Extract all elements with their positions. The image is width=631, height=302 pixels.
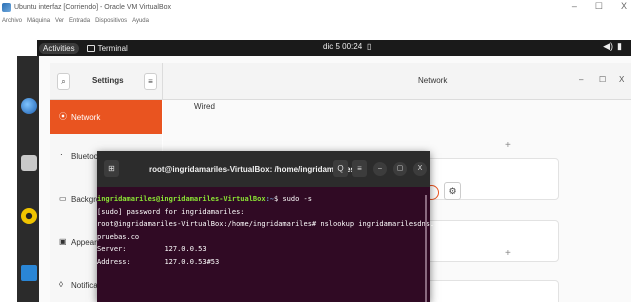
thunderbird-icon[interactable]: [21, 98, 37, 114]
volume-icon: ◀): [603, 41, 614, 51]
menu-icon: ≡: [357, 164, 362, 173]
minimize-button[interactable]: –: [579, 75, 583, 84]
wired-settings-button[interactable]: ⚙: [444, 182, 461, 200]
sidebar-item-label: Network: [71, 112, 101, 122]
menu-ver[interactable]: Ver: [55, 18, 64, 24]
maximize-icon: ▢: [396, 165, 404, 172]
minimize-icon: –: [378, 165, 382, 172]
gear-icon: ⚙: [448, 186, 457, 196]
libreoffice-writer-icon[interactable]: [21, 265, 37, 281]
app-menu[interactable]: Terminal: [86, 43, 128, 53]
terminal-icon: [86, 44, 95, 52]
bluetooth-icon: ᛫: [59, 151, 64, 160]
network-icon: ⦿: [59, 112, 67, 121]
new-tab-button[interactable]: ⊞: [104, 160, 119, 177]
appearance-icon: ▣: [59, 237, 67, 246]
terminal-title: root@ingridamariles-VirtualBox: /home/in…: [149, 165, 355, 174]
terminal-line: [sudo] password for ingridamariles:: [97, 207, 245, 216]
wired-section-label: Wired: [194, 102, 215, 111]
sidebar-item-network[interactable]: ⦿ Network: [50, 100, 162, 134]
close-icon: X: [417, 165, 423, 172]
menu-maquina[interactable]: Máquina: [27, 18, 50, 24]
terminal-minimize-button[interactable]: –: [373, 162, 387, 176]
notifications-icon: ◊: [59, 280, 63, 289]
activities-button[interactable]: Activities: [39, 42, 79, 54]
close-button[interactable]: X: [619, 75, 624, 84]
maximize-button[interactable]: ☐: [599, 75, 606, 84]
notification-icon[interactable]: ▯: [367, 42, 371, 51]
search-button[interactable]: ⌕: [57, 73, 70, 90]
terminal-window[interactable]: ⊞ root@ingridamariles-VirtualBox: /home/…: [97, 151, 434, 302]
terminal-line: root@ingridamariles-VirtualBox:/home/ing…: [97, 220, 435, 229]
vbox-menu-bar: Archivo Máquina Ver Entrada Dispositivos…: [0, 15, 631, 26]
menu-entrada[interactable]: Entrada: [69, 18, 90, 24]
rhythmbox-icon[interactable]: [21, 208, 37, 224]
terminal-header-bar: ⊞ root@ingridamariles-VirtualBox: /home/…: [97, 151, 430, 187]
prompt-command: $ sudo -s: [274, 195, 312, 203]
vbox-window-title: Ubuntu interfaz [Corriendo] - Oracle VM …: [14, 4, 172, 11]
vbox-title-bar: Ubuntu interfaz [Corriendo] - Oracle VM …: [0, 0, 631, 15]
new-tab-icon: ⊞: [108, 164, 115, 173]
prompt-user: ingridamariles@ingridamariles-VirtualBox: [97, 195, 266, 203]
terminal-menu-button[interactable]: ≡: [352, 160, 367, 177]
menu-ayuda[interactable]: Ayuda: [132, 18, 149, 24]
add-wired-button[interactable]: +: [505, 140, 511, 151]
terminal-output[interactable]: ingridamariles@ingridamariles-VirtualBox…: [97, 193, 434, 269]
terminal-line: pruebas.co: [97, 232, 140, 241]
terminal-search-button[interactable]: Q: [333, 160, 348, 177]
page-title: Network: [418, 76, 448, 85]
gnome-top-bar: Activities Terminal dic 5 00:24 ▯ ◀) ▮: [37, 40, 631, 56]
menu-icon: ≡: [148, 77, 153, 86]
search-icon: ⌕: [61, 77, 66, 86]
vbox-window-controls: – ☐ X: [572, 1, 627, 12]
terminal-line: Address: 127.0.0.53#53: [97, 257, 220, 266]
battery-icon: ▮: [617, 41, 622, 51]
menu-archivo[interactable]: Archivo: [2, 18, 22, 24]
search-icon: Q: [337, 164, 344, 173]
background-icon: ▭: [59, 194, 67, 203]
terminal-scrollbar[interactable]: [425, 195, 427, 302]
prompt-path: :~: [265, 195, 275, 203]
settings-sidebar-header: ⌕ Settings ≡: [50, 63, 162, 100]
virtualbox-icon: [2, 3, 11, 12]
terminal-line: ingridamariles@ingridamariles-VirtualBox…: [97, 195, 312, 203]
terminal-line: Server: 127.0.0.53: [97, 245, 207, 254]
dock: [17, 56, 39, 302]
add-vpn-button[interactable]: +: [505, 248, 511, 259]
files-icon[interactable]: [21, 155, 37, 171]
close-button[interactable]: X: [621, 1, 627, 12]
terminal-close-button[interactable]: X: [413, 162, 427, 176]
app-menu-label: Terminal: [97, 43, 128, 53]
restore-button[interactable]: ☐: [595, 1, 603, 12]
system-menu[interactable]: ◀) ▮: [603, 41, 622, 52]
settings-content-header: Network – ☐ X: [162, 63, 631, 100]
settings-title: Settings: [92, 76, 124, 85]
menu-dispositivos[interactable]: Dispositivos: [95, 18, 127, 24]
terminal-maximize-button[interactable]: ▢: [393, 162, 407, 176]
menu-button[interactable]: ≡: [144, 73, 157, 90]
minimize-button[interactable]: –: [572, 1, 577, 12]
clock[interactable]: dic 5 00:24: [323, 42, 362, 51]
